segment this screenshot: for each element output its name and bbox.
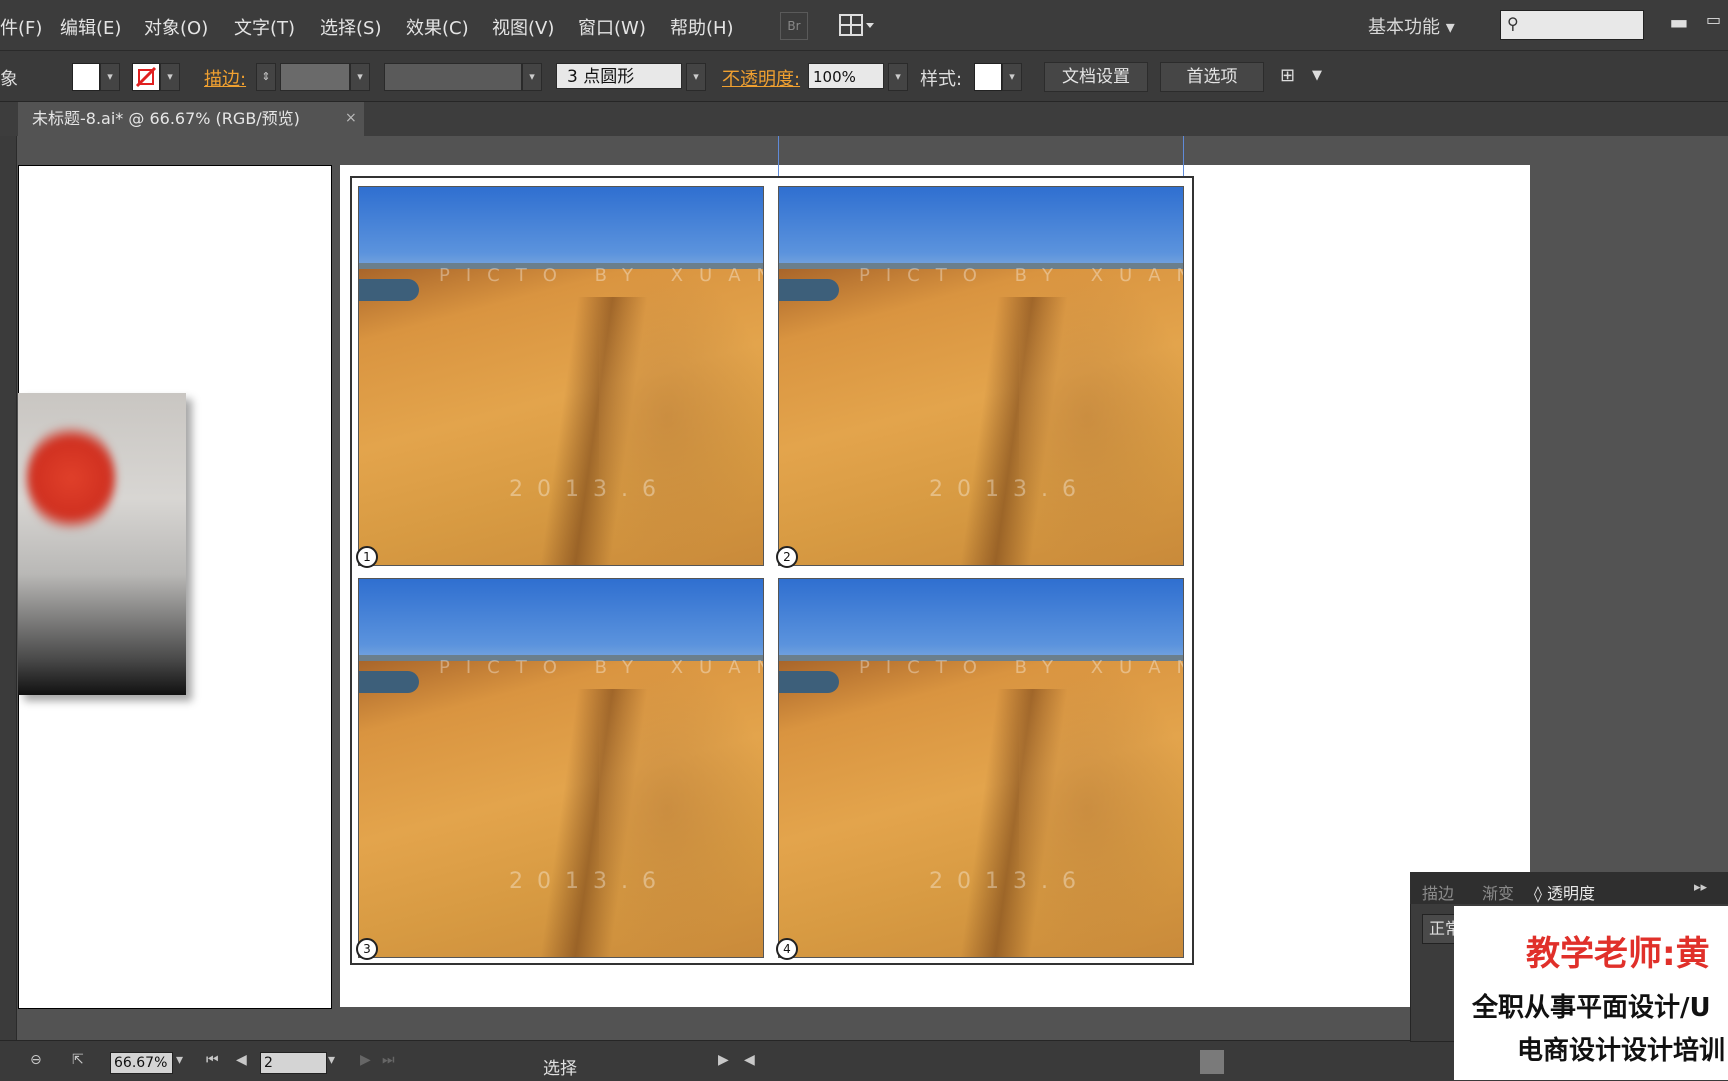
- stroke-dropdown-icon[interactable]: ▾: [160, 63, 180, 91]
- selection-type-label: 象: [0, 69, 18, 90]
- search-icon: ⚲: [1507, 14, 1519, 33]
- document-setup-button[interactable]: 文档设置: [1044, 62, 1148, 92]
- stroke-weight-spinner[interactable]: ⇕: [256, 63, 276, 91]
- export-icon[interactable]: ⇱: [72, 1052, 84, 1068]
- cell-number-badge: 3: [356, 938, 378, 960]
- menu-select[interactable]: 选择(S): [320, 14, 381, 40]
- fill-dropdown-icon[interactable]: ▾: [100, 63, 120, 91]
- style-label: 样式:: [920, 69, 963, 90]
- panel-tab-gradient[interactable]: 渐变: [1482, 880, 1514, 904]
- stroke-weight-field[interactable]: [280, 63, 350, 91]
- photo-cell-4[interactable]: PICTO BY XUAN 2013.6 4: [772, 570, 1192, 962]
- beach-photo: PICTO BY XUAN 2013.6: [358, 578, 764, 958]
- arrange-icon[interactable]: ⊞: [1280, 65, 1295, 86]
- fill-swatch[interactable]: [72, 63, 100, 91]
- menu-help[interactable]: 帮助(H): [670, 14, 734, 40]
- stroke-label[interactable]: 描边:: [204, 65, 246, 91]
- photo-date-watermark: 2013.6: [509, 477, 670, 502]
- photo-date-watermark: 2013.6: [929, 869, 1090, 894]
- control-bar: 象 ▾ ▾ 描边: ⇕ ▾ ▾ 3 点圆形 ▾ 不透明度: 100% ▾ 样式:…: [0, 51, 1728, 102]
- menu-edit[interactable]: 编辑(E): [60, 14, 121, 40]
- panel-tab-transparency[interactable]: ◊ 透明度: [1534, 880, 1595, 904]
- maximize-button[interactable]: ▭: [1706, 10, 1728, 32]
- menu-effect[interactable]: 效果(C): [406, 14, 469, 40]
- artboard-dropdown-icon[interactable]: ▾: [328, 1052, 335, 1068]
- menu-window[interactable]: 窗口(W): [578, 14, 646, 40]
- brush-dropdown-icon[interactable]: ▾: [686, 63, 706, 91]
- document-tab[interactable]: 未标题-8.ai* @ 66.67% (RGB/预览): [18, 102, 364, 136]
- next-artboard-button[interactable]: ▶: [360, 1052, 371, 1068]
- minimize-button[interactable]: ▬: [1668, 10, 1690, 34]
- cell-number-badge: 1: [356, 546, 378, 568]
- arrange-documents-icon: [839, 14, 874, 36]
- menu-file[interactable]: 件(F): [0, 14, 42, 40]
- no-stroke-icon: [135, 66, 157, 88]
- preferences-button[interactable]: 首选项: [1160, 62, 1264, 92]
- photo-date-watermark: 2013.6: [929, 477, 1090, 502]
- zoom-level-field[interactable]: 66.67%: [110, 1052, 173, 1074]
- stroke-swatch[interactable]: [132, 63, 160, 91]
- opacity-field[interactable]: 100%: [808, 63, 884, 89]
- instructor-line-2: 电商设计设计培训: [1517, 1036, 1726, 1066]
- brush-definition-field[interactable]: 3 点圆形: [556, 63, 682, 89]
- last-artboard-button[interactable]: ⏭: [382, 1052, 395, 1068]
- cell-number-badge: 2: [776, 546, 798, 568]
- control-menu-dropdown-icon[interactable]: ▼: [1312, 68, 1322, 83]
- photo-watermark: PICTO BY XUAN: [859, 265, 1184, 286]
- menu-type[interactable]: 文字(T): [234, 14, 295, 40]
- photo-watermark: PICTO BY XUAN: [439, 265, 764, 286]
- instructor-line-1: 全职从事平面设计/U: [1472, 993, 1711, 1023]
- scroll-left-arrow-icon[interactable]: ◀: [744, 1052, 755, 1068]
- photo-grid-group[interactable]: PICTO BY XUAN 2013.6 1 PICTO BY XUAN 201…: [350, 176, 1194, 965]
- red-object-blur: [26, 423, 116, 533]
- placed-image-thumbnail[interactable]: [18, 393, 186, 695]
- opacity-dropdown-icon[interactable]: ▾: [888, 63, 908, 91]
- bridge-button[interactable]: Br: [780, 12, 808, 40]
- artboard-number-field[interactable]: 2: [260, 1052, 327, 1074]
- photo-cell-2[interactable]: PICTO BY XUAN 2013.6 2: [772, 178, 1192, 570]
- previous-artboard-button[interactable]: ◀: [236, 1052, 247, 1068]
- opacity-label[interactable]: 不透明度:: [722, 65, 800, 91]
- collapse-panel-icon[interactable]: ▸▸: [1694, 880, 1707, 895]
- status-toggle-icon[interactable]: ⊖: [30, 1052, 42, 1068]
- graphic-style-swatch[interactable]: [974, 63, 1002, 91]
- beach-photo: PICTO BY XUAN 2013.6: [778, 578, 1184, 958]
- variable-width-profile[interactable]: [384, 63, 522, 91]
- zoom-dropdown-icon[interactable]: ▾: [176, 1052, 183, 1068]
- style-dropdown-icon[interactable]: ▾: [1002, 63, 1022, 91]
- help-search-input[interactable]: ⚲: [1500, 10, 1644, 40]
- instructor-title: 教学老师:黄: [1526, 934, 1710, 974]
- first-artboard-button[interactable]: ⏮: [206, 1052, 219, 1068]
- photo-watermark: PICTO BY XUAN: [439, 657, 764, 678]
- arrange-documents-button[interactable]: [838, 12, 878, 38]
- panel-tab-stroke[interactable]: 描边: [1422, 880, 1454, 904]
- profile-dropdown-icon[interactable]: ▾: [522, 63, 542, 91]
- close-tab-icon[interactable]: ×: [345, 110, 357, 126]
- photo-watermark: PICTO BY XUAN: [859, 657, 1184, 678]
- stroke-weight-dropdown-icon[interactable]: ▾: [350, 63, 370, 91]
- current-tool-status[interactable]: 选择: [543, 1054, 577, 1079]
- menu-view[interactable]: 视图(V): [492, 14, 554, 40]
- horizontal-scrollbar-thumb[interactable]: [1200, 1050, 1224, 1074]
- photo-cell-3[interactable]: PICTO BY XUAN 2013.6 3: [352, 570, 772, 962]
- beach-photo: PICTO BY XUAN 2013.6: [778, 186, 1184, 566]
- photo-cell-1[interactable]: PICTO BY XUAN 2013.6 1: [352, 178, 772, 570]
- status-menu-arrow-icon[interactable]: ▶: [718, 1052, 729, 1068]
- cell-number-badge: 4: [776, 938, 798, 960]
- beach-photo: PICTO BY XUAN 2013.6: [358, 186, 764, 566]
- photo-date-watermark: 2013.6: [509, 869, 670, 894]
- workspace-switcher[interactable]: 基本功能 ▾: [1368, 13, 1455, 39]
- tools-panel[interactable]: [0, 136, 17, 1040]
- menu-object[interactable]: 对象(O): [144, 14, 208, 40]
